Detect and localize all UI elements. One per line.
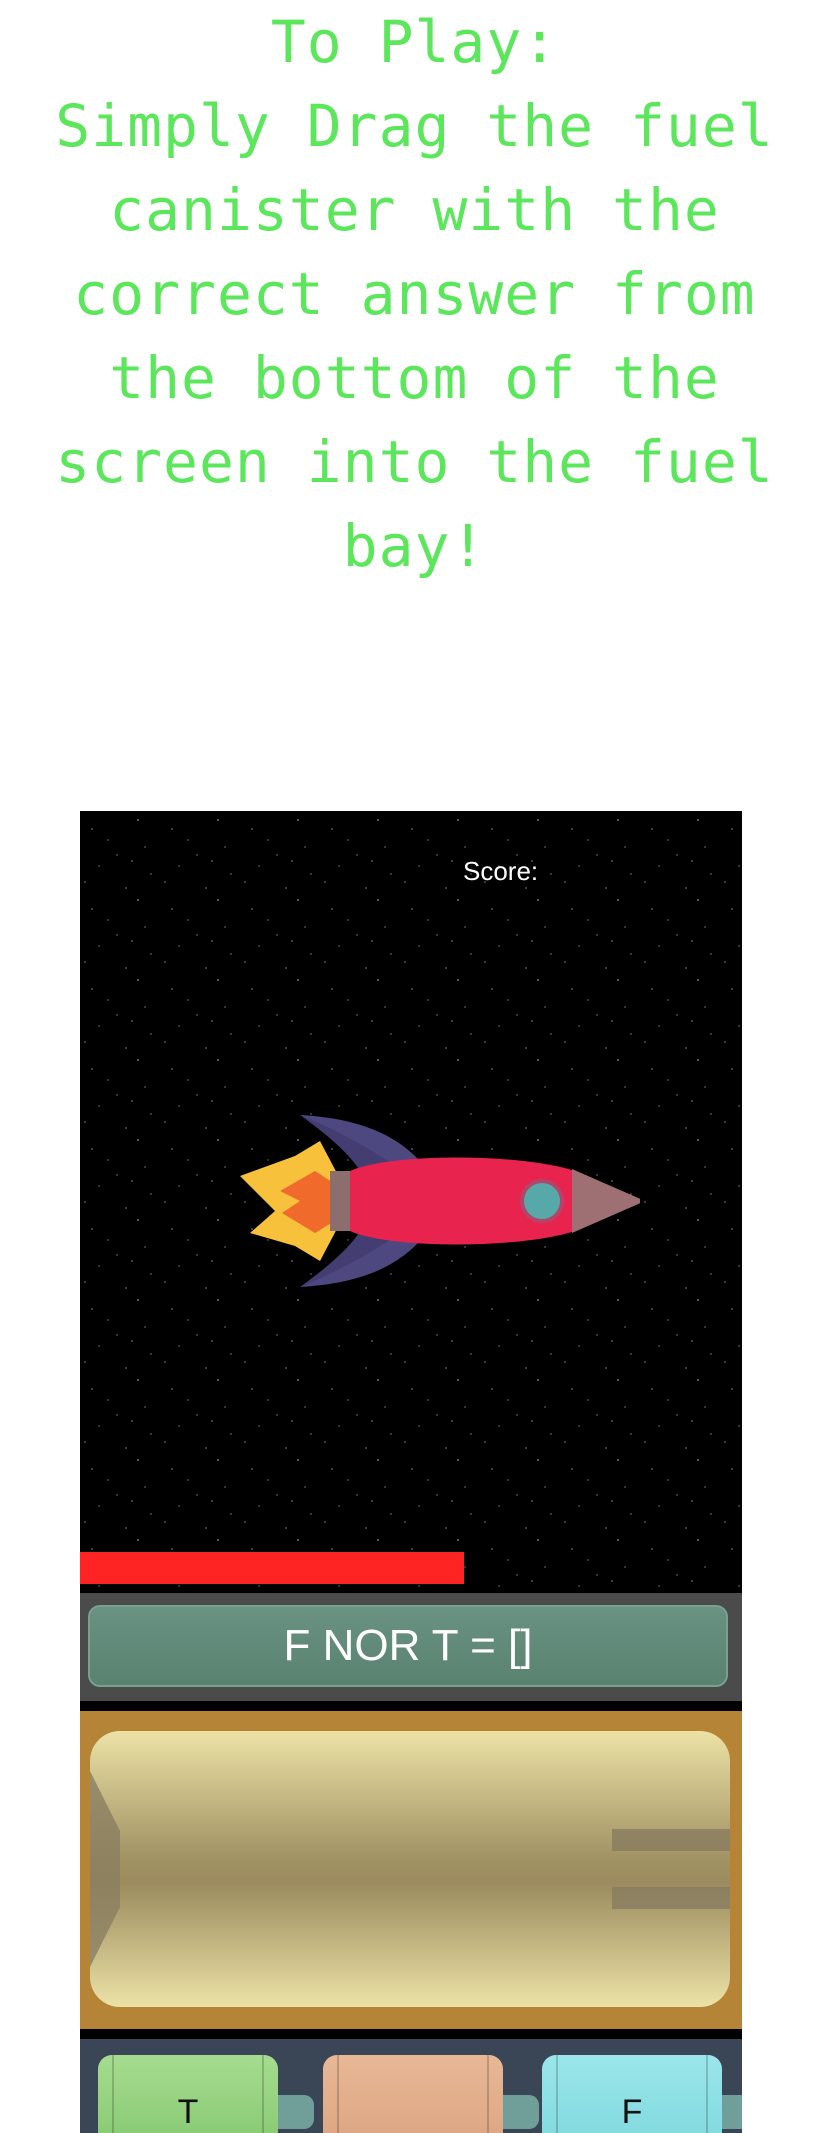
rocket-icon: [240, 1115, 640, 1287]
instructions-line: screen into the fuel: [55, 428, 774, 496]
instructions-line: the bottom of the: [109, 344, 720, 412]
canister-nozzle: [722, 2095, 742, 2129]
instructions-line: bay!: [342, 512, 487, 580]
canister-label: T: [177, 2092, 199, 2131]
canister-tray: T F: [80, 2039, 742, 2133]
question-text: F NOR T = []: [88, 1605, 728, 1687]
instructions-line: canister with the: [109, 176, 720, 244]
space-background: Score:: [80, 811, 742, 1593]
fuel-canister-blank[interactable]: [323, 2055, 539, 2133]
fuel-bay[interactable]: [90, 1731, 730, 2007]
instructions-line: Simply Drag the fuel: [55, 92, 774, 160]
fuel-bay-panel: [80, 1711, 742, 2029]
canister-nozzle: [503, 2095, 539, 2129]
fuel-canister-false[interactable]: F: [542, 2055, 742, 2133]
fuel-canister-true[interactable]: T: [98, 2055, 314, 2133]
fuel-level-bar: [80, 1552, 464, 1584]
instructions-title: To Play:: [270, 8, 559, 76]
question-panel: F NOR T = []: [80, 1593, 742, 1701]
canister-label: F: [621, 2092, 643, 2131]
game-area[interactable]: Score: F NOR T = [] T F: [80, 811, 742, 2133]
canister-nozzle: [278, 2095, 314, 2129]
score-label: Score:: [463, 856, 539, 886]
instructions-line: correct answer from: [73, 260, 756, 328]
instructions: To Play: Simply Drag the fuel canister w…: [0, 0, 829, 588]
